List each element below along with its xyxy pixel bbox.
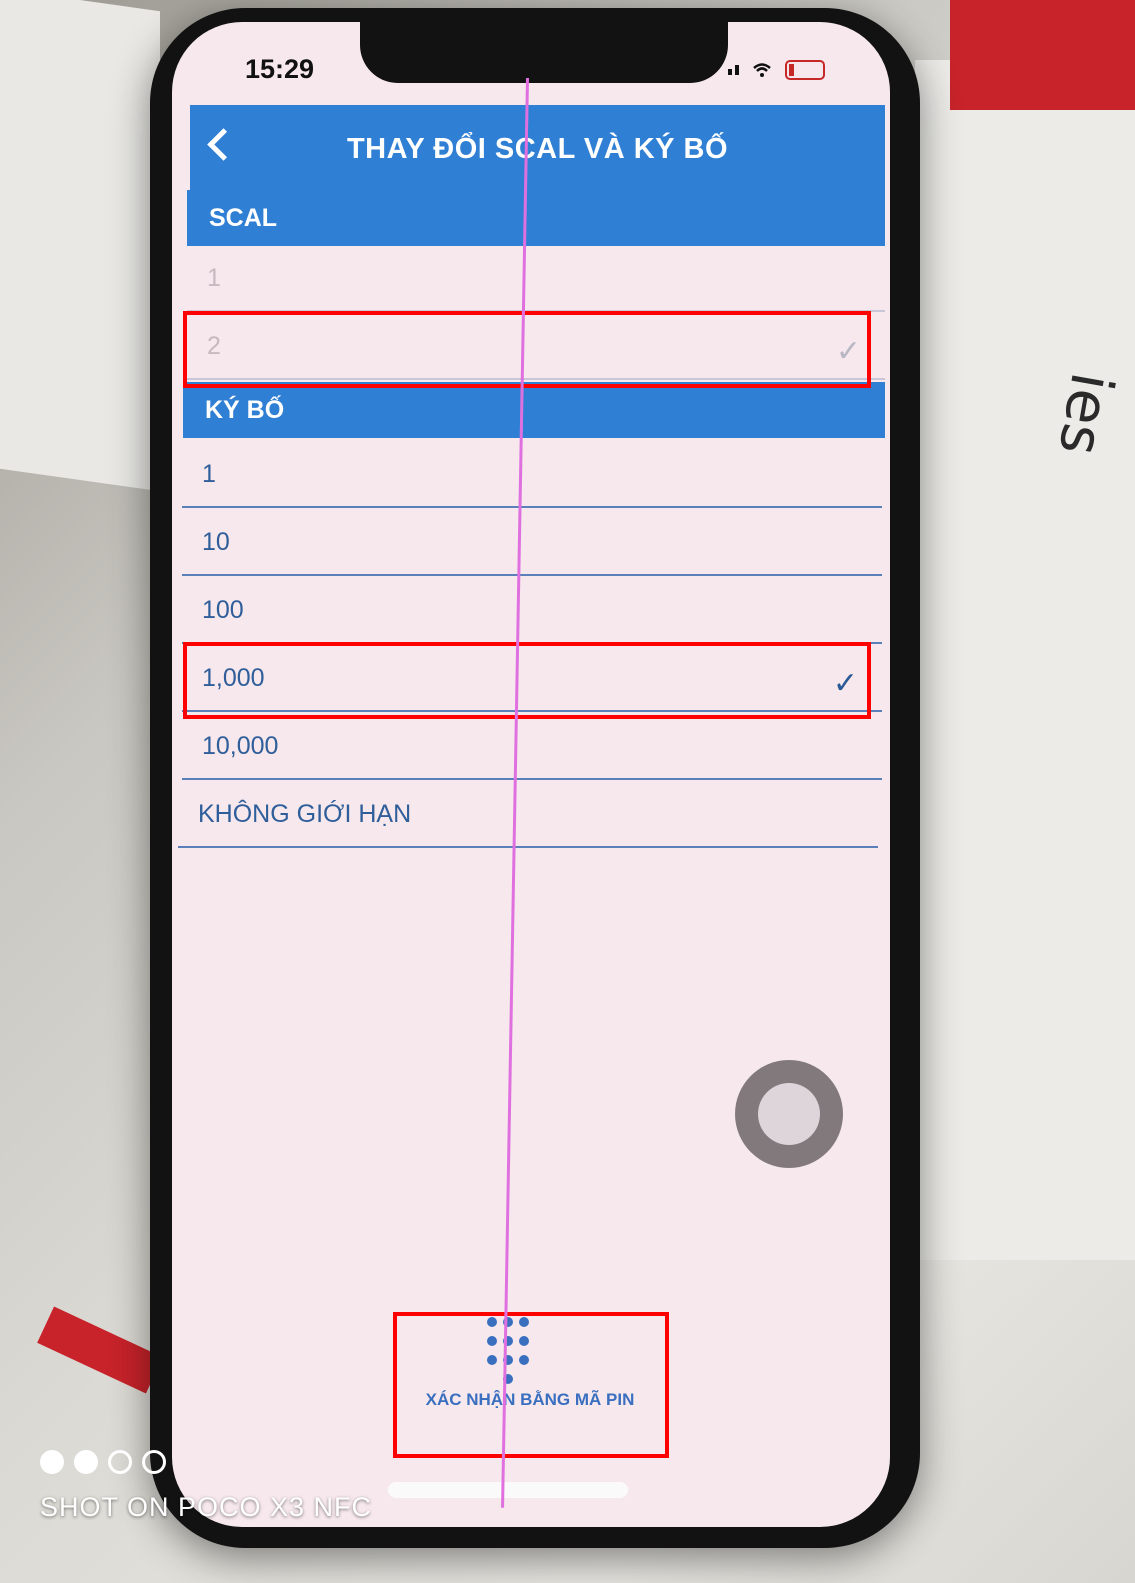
option-label: KHÔNG GIỚI HẠN [198,799,412,828]
assistive-touch-button[interactable] [735,1060,843,1168]
kybo-option-unlimited[interactable]: KHÔNG GIỚI HẠN [178,782,878,848]
page-dot [142,1450,166,1474]
page-title: THAY ĐỔI SCAL VÀ KÝ BỐ [346,133,729,165]
option-label: 1 [207,263,221,292]
option-label: 10 [202,527,230,556]
page-dot [108,1450,132,1474]
assistive-touch-inner [758,1083,820,1145]
background-red-box [950,0,1135,110]
section-header-scal: SCAL [187,190,885,246]
phone-notch [360,18,728,83]
scal-option-1[interactable]: 1 [187,246,885,312]
highlight-box-scal-2 [183,311,871,388]
background-paper-text: ies [1045,367,1127,461]
background-red-strip [37,1306,163,1394]
camera-watermark: SHOT ON POCO X3 NFC [40,1492,373,1522]
page-dot [40,1450,64,1474]
kybo-option-100[interactable]: 100 [182,578,882,644]
highlight-box-kybo-1000 [183,642,871,719]
option-label: 1 [202,459,216,488]
kybo-option-1[interactable]: 1 [182,442,882,508]
home-indicator[interactable] [388,1482,628,1498]
kybo-option-10[interactable]: 10 [182,510,882,576]
page-dot [74,1450,98,1474]
battery-icon [785,60,825,80]
highlight-box-pin-confirm [393,1312,669,1458]
background-paper-left [0,0,160,492]
nav-bar: THAY ĐỔI SCAL VÀ KÝ BỐ [190,105,885,195]
status-time: 15:29 [245,54,315,84]
photo-page-indicator [40,1450,166,1474]
background-paper-right [915,60,1135,1260]
section-header-kybo: KÝ BỐ [183,382,885,438]
kybo-option-10000[interactable]: 10,000 [182,714,882,780]
option-label: 100 [202,595,244,624]
status-icons [728,60,825,80]
wifi-icon [753,63,771,77]
signal-icon [728,65,739,75]
option-label: 10,000 [202,731,279,760]
